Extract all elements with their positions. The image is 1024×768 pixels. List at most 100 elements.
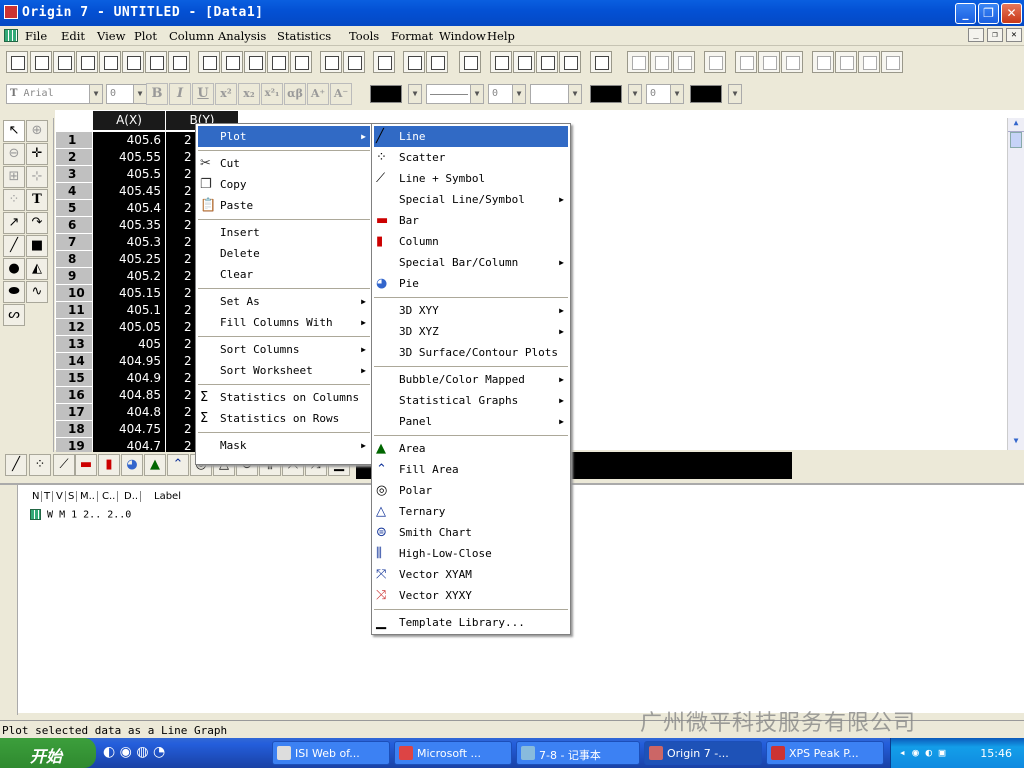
menu-item-polar[interactable]: ◎ Polar <box>374 480 568 501</box>
fill-color-swatch[interactable] <box>590 85 622 103</box>
minimize-button[interactable]: _ <box>955 3 976 24</box>
start-button[interactable]: 开始 <box>0 738 96 768</box>
worksheet-doc-icon[interactable] <box>4 29 18 42</box>
col-size-header[interactable]: S <box>66 491 78 502</box>
line-color-swatch[interactable] <box>690 85 722 103</box>
zoom-out-icon[interactable] <box>650 51 672 73</box>
menu-tools[interactable]: Tools <box>349 29 379 43</box>
line-width-field[interactable]: 0 <box>488 84 514 104</box>
italic-button[interactable]: I <box>169 83 191 105</box>
column-a-header[interactable]: A(X) <box>93 111 165 130</box>
cell-b[interactable]: 2 <box>166 336 196 353</box>
menu-item-cut[interactable]: ✂ Cut <box>198 153 370 174</box>
menu-view[interactable]: View <box>97 29 125 43</box>
menu-item-clear[interactable]: Clear <box>198 264 370 285</box>
cell-b[interactable]: 2 <box>166 217 196 234</box>
arrow-tool-icon[interactable]: ↗ <box>3 212 25 234</box>
cell-b[interactable]: 2 <box>166 251 196 268</box>
line-color-dropdown-icon[interactable]: ▼ <box>728 84 742 104</box>
cell-a[interactable]: 405.4 <box>93 200 165 217</box>
cell-b[interactable]: 2 <box>166 387 196 404</box>
menu-item-mask[interactable]: Mask ▶ <box>198 435 370 456</box>
custom-routine-icon[interactable] <box>559 51 581 73</box>
tray-icons[interactable]: ◂ ◉ ◐ ▣ <box>899 746 945 759</box>
task-xps-peak[interactable]: XPS Peak P... <box>766 741 884 765</box>
mdi-minimize-button[interactable]: _ <box>968 28 984 42</box>
menu-item-bubble-color-mapped[interactable]: Bubble/Color Mapped ▶ <box>374 369 568 390</box>
menu-format[interactable]: Format <box>391 29 433 43</box>
font-select[interactable]: T Arial <box>6 84 90 104</box>
cell-a[interactable]: 405.5 <box>93 166 165 183</box>
scroll-down-icon[interactable]: ▼ <box>1008 436 1024 450</box>
new-layout-icon[interactable] <box>145 51 167 73</box>
row-header[interactable]: 14 <box>56 353 92 370</box>
menu-item-line-symbol[interactable]: ⟋ Line + Symbol <box>374 168 568 189</box>
cell-b[interactable]: 2 <box>166 421 196 438</box>
rescale-icon[interactable] <box>704 51 726 73</box>
menu-item-copy[interactable]: ❐ Copy <box>198 174 370 195</box>
rectangle-tool-icon[interactable]: ■ <box>26 235 48 257</box>
cell-b[interactable]: 2 <box>166 149 196 166</box>
cell-a[interactable]: 405.15 <box>93 285 165 302</box>
fill-pattern-dropdown-icon[interactable]: ▼ <box>568 84 582 104</box>
text-tool-icon[interactable]: T <box>26 189 48 211</box>
fill-pattern-field[interactable] <box>530 84 570 104</box>
region-tool-icon[interactable]: ⬬ <box>3 281 25 303</box>
cell-a[interactable]: 404.75 <box>93 421 165 438</box>
circle-tool-icon[interactable]: ● <box>3 258 25 280</box>
menu-item-smith-chart[interactable]: ⊜ Smith Chart <box>374 522 568 543</box>
font-color-dropdown-icon[interactable]: ▼ <box>408 84 422 104</box>
cell-a[interactable]: 405.05 <box>93 319 165 336</box>
plot-line-icon[interactable]: ╱ <box>5 454 27 476</box>
timer-icon[interactable] <box>881 51 903 73</box>
menu-item-3d-xyz[interactable]: 3D XYZ ▶ <box>374 321 568 342</box>
menu-plot[interactable]: Plot <box>134 29 157 43</box>
cell-b[interactable]: 2 <box>166 302 196 319</box>
align-icon[interactable] <box>812 51 834 73</box>
menu-help[interactable]: Help <box>487 29 515 43</box>
underline-button[interactable]: U <box>192 83 214 105</box>
layer-icon[interactable] <box>735 51 757 73</box>
menu-item-plot[interactable]: Plot ▶ <box>198 126 370 147</box>
line-style-dropdown-icon[interactable]: ▼ <box>470 84 484 104</box>
project-folder-pane[interactable] <box>0 485 18 715</box>
project-item-row[interactable]: W M 1 2.. 2..0 <box>30 509 131 521</box>
code-builder-icon[interactable] <box>536 51 558 73</box>
line-tool-icon[interactable]: ╱ <box>3 235 25 257</box>
mask-tool-icon[interactable]: ⁘ <box>3 189 25 211</box>
curved-arrow-tool-icon[interactable]: ↷ <box>26 212 48 234</box>
task-origin[interactable]: Origin 7 -... <box>644 741 762 765</box>
menu-item-vector-xyam[interactable]: ⤧ Vector XYAM <box>374 564 568 585</box>
mdi-restore-button[interactable]: ❐ <box>987 28 1003 42</box>
menu-column[interactable]: Column <box>169 29 214 43</box>
row-header[interactable]: 16 <box>56 387 92 404</box>
cell-b[interactable]: 2 <box>166 234 196 251</box>
menu-item-scatter[interactable]: ⁘ Scatter <box>374 147 568 168</box>
supsub-button[interactable]: x²₁ <box>261 83 283 105</box>
worksheet-corner[interactable] <box>56 111 92 130</box>
task-isi-web[interactable]: ISI Web of... <box>272 741 390 765</box>
cell-b[interactable]: 2 <box>166 370 196 387</box>
menu-file[interactable]: File <box>25 29 47 43</box>
arrange-layers-icon[interactable] <box>758 51 780 73</box>
menu-item-delete[interactable]: Delete <box>198 243 370 264</box>
menu-statistics[interactable]: Statistics <box>277 29 331 43</box>
menu-item-statistical-graphs[interactable]: Statistical Graphs ▶ <box>374 390 568 411</box>
restore-button[interactable]: ❐ <box>978 3 999 24</box>
menu-item-vector-xyxy[interactable]: ⤨ Vector XYXY <box>374 585 568 606</box>
cell-a[interactable]: 404.9 <box>93 370 165 387</box>
font-size-field[interactable]: 0 <box>106 84 134 104</box>
plot-area-icon[interactable]: ▲ <box>144 454 166 476</box>
data-selector-tool-icon[interactable]: ⊞ <box>3 166 25 188</box>
new-project-icon[interactable] <box>6 51 28 73</box>
ungroup-icon[interactable] <box>858 51 880 73</box>
screen-reader-tool-icon[interactable]: ✛ <box>26 143 48 165</box>
menu-item-sort-columns[interactable]: Sort Columns ▶ <box>198 339 370 360</box>
menu-item-set-as[interactable]: Set As ▶ <box>198 291 370 312</box>
thickness-dropdown-icon[interactable]: ▼ <box>670 84 684 104</box>
col-created-header[interactable]: C.. <box>100 491 119 502</box>
menu-item-column[interactable]: ▮ Column <box>374 231 568 252</box>
open-icon[interactable] <box>198 51 220 73</box>
col-type-header[interactable]: T <box>42 491 54 502</box>
menu-window[interactable]: Window <box>439 29 486 43</box>
